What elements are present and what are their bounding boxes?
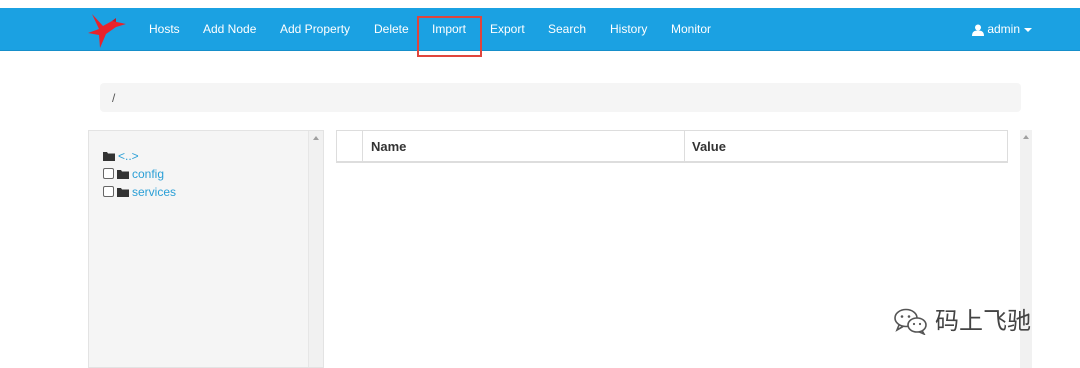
wechat-icon	[894, 308, 927, 335]
user-icon	[972, 24, 985, 36]
folder-icon	[117, 187, 129, 197]
watermark: 码上飞驰	[893, 305, 1031, 335]
column-header-value: Value	[692, 139, 726, 154]
nav-export[interactable]: Export	[490, 8, 525, 50]
column-divider	[684, 131, 685, 162]
tree-item-config[interactable]: config	[103, 165, 164, 181]
tree-item-checkbox[interactable]	[103, 168, 114, 180]
user-menu[interactable]: admin	[972, 8, 1032, 50]
breadcrumb: /	[100, 83, 1021, 112]
tree-scrollbar[interactable]	[308, 131, 323, 367]
chevron-down-icon	[1024, 27, 1032, 32]
column-header-name: Name	[371, 139, 407, 154]
tree-panel: <..> config services	[88, 130, 324, 368]
import-highlight-box	[417, 16, 482, 57]
tree-item-label[interactable]: services	[132, 185, 176, 199]
folder-icon	[103, 151, 115, 161]
tree-item-checkbox[interactable]	[103, 186, 114, 198]
breadcrumb-path: /	[112, 91, 116, 105]
properties-table: Name Value	[336, 130, 1008, 163]
nav-monitor[interactable]: Monitor	[671, 8, 711, 50]
folder-icon	[117, 169, 129, 179]
scroll-up-icon[interactable]	[313, 136, 319, 140]
tree-item-services[interactable]: services	[103, 183, 176, 199]
nav-add-property[interactable]: Add Property	[280, 8, 350, 50]
tree-parent-item[interactable]: <..>	[103, 147, 139, 163]
nav-add-node[interactable]: Add Node	[203, 8, 256, 50]
nav-search[interactable]: Search	[548, 8, 586, 50]
user-name: admin	[987, 22, 1020, 36]
bird-logo-icon[interactable]	[86, 10, 128, 50]
scroll-up-icon[interactable]	[1023, 135, 1029, 139]
watermark-text: 码上飞驰	[935, 306, 1031, 335]
nav-history[interactable]: History	[610, 8, 647, 50]
nav-delete[interactable]: Delete	[374, 8, 409, 50]
nav-hosts[interactable]: Hosts	[149, 8, 180, 50]
tree-parent-link[interactable]: <..>	[118, 149, 139, 163]
tree-item-label[interactable]: config	[132, 167, 164, 181]
column-divider	[362, 131, 363, 162]
top-navbar: Hosts Add Node Add Property Delete Impor…	[0, 8, 1080, 51]
